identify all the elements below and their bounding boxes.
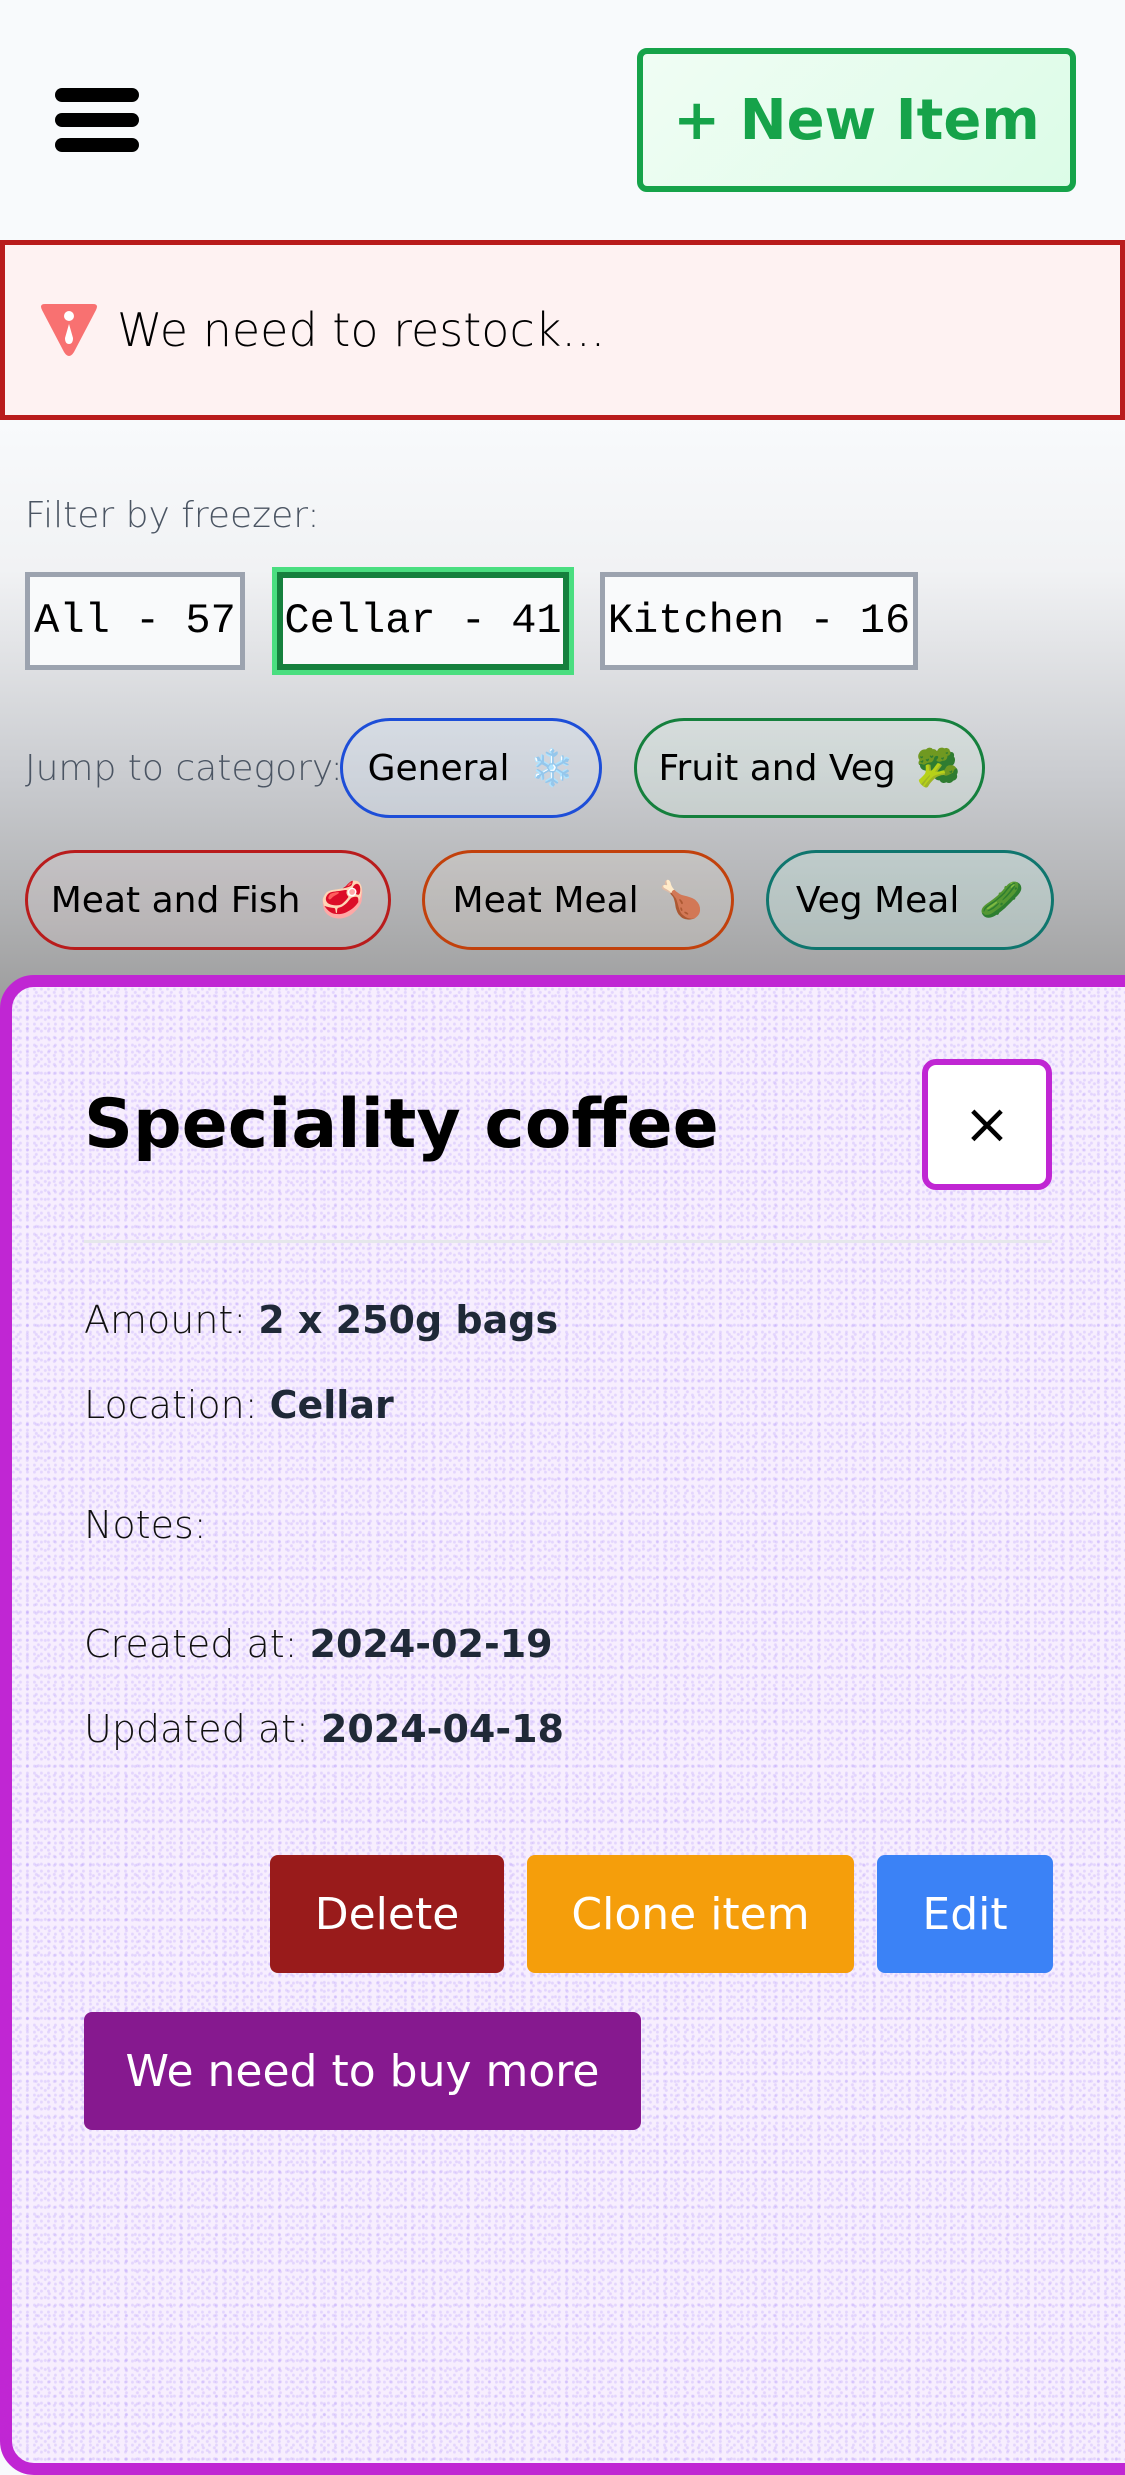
notes-field: Notes: <box>84 1503 207 1547</box>
menu-bar <box>55 138 139 152</box>
menu-bar <box>55 113 139 127</box>
cucumber-icon: 🥒 <box>979 880 1025 921</box>
steak-icon: 🥩 <box>320 880 366 921</box>
category-general-button[interactable]: General ❄️ <box>340 718 602 818</box>
close-button[interactable]: × <box>922 1059 1052 1190</box>
location-label: Location: <box>84 1383 258 1427</box>
amount-label: Amount: <box>84 1298 247 1342</box>
delete-button[interactable]: Delete <box>270 1855 504 1973</box>
category-meat-meal-button[interactable]: Meat Meal 🍗 <box>422 850 734 950</box>
notes-label: Notes: <box>84 1503 207 1547</box>
drumstick-icon: 🍗 <box>658 880 704 921</box>
category-meat-fish-button[interactable]: Meat and Fish 🥩 <box>25 850 391 950</box>
restock-alert[interactable]: We need to restock... <box>0 240 1125 420</box>
filter-all-button[interactable]: All - 57 <box>25 572 245 670</box>
edit-button[interactable]: Edit <box>877 1855 1053 1973</box>
updated-value: 2024-04-18 <box>320 1707 564 1751</box>
warning-triangle-icon <box>39 302 99 358</box>
created-field: Created at: 2024-02-19 <box>84 1622 553 1666</box>
broccoli-icon: 🥦 <box>915 748 961 789</box>
buy-more-button[interactable]: We need to buy more <box>84 2012 641 2130</box>
close-icon: × <box>963 1092 1011 1157</box>
category-veg-meal-button[interactable]: Veg Meal 🥒 <box>766 850 1054 950</box>
updated-label: Updated at: <box>84 1707 309 1751</box>
category-label-text: Veg Meal <box>795 879 960 921</box>
new-item-button[interactable]: + New Item <box>637 48 1076 192</box>
filter-cellar-button[interactable]: Cellar - 41 <box>272 567 574 675</box>
category-label-text: General <box>367 747 510 789</box>
category-label-text: Meat Meal <box>452 879 639 921</box>
location-field: Location: Cellar <box>84 1383 394 1427</box>
amount-field: Amount: 2 x 250g bags <box>84 1298 558 1342</box>
location-value: Cellar <box>269 1383 394 1427</box>
menu-bar <box>55 88 139 102</box>
hamburger-menu-icon[interactable] <box>55 88 139 152</box>
alert-text: We need to restock... <box>117 303 606 357</box>
clone-item-button[interactable]: Clone item <box>527 1855 854 1973</box>
updated-field: Updated at: 2024-04-18 <box>84 1707 564 1751</box>
category-fruit-veg-button[interactable]: Fruit and Veg 🥦 <box>634 718 985 818</box>
category-label-text: Fruit and Veg <box>658 747 896 789</box>
snowflake-icon: ❄️ <box>529 748 575 789</box>
filter-label: Filter by freezer: <box>25 495 320 536</box>
category-label-text: Meat and Fish <box>50 879 301 921</box>
filter-kitchen-button[interactable]: Kitchen - 16 <box>600 572 918 670</box>
divider <box>84 1240 1052 1243</box>
created-label: Created at: <box>84 1622 298 1666</box>
category-label: Jump to category: <box>25 748 343 789</box>
amount-value: 2 x 250g bags <box>258 1298 559 1342</box>
modal-title: Speciality coffee <box>84 1085 719 1164</box>
created-value: 2024-02-19 <box>309 1622 553 1666</box>
